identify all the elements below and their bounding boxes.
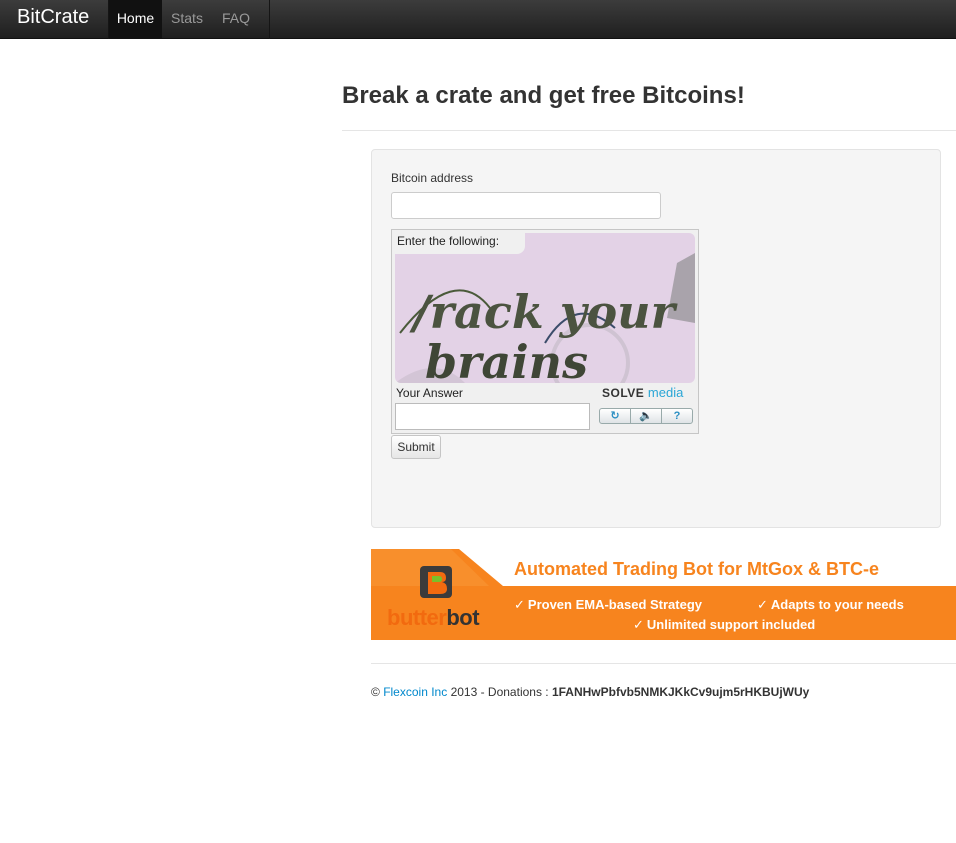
butterbot-logo-icon bbox=[418, 564, 454, 600]
captcha-controls: ↻ 🔈 ? bbox=[599, 408, 693, 424]
captcha-challenge-text: brains bbox=[425, 335, 588, 383]
brand-logo[interactable]: BitCrate bbox=[17, 6, 89, 29]
captcha-answer-input[interactable] bbox=[395, 403, 590, 430]
top-navbar: BitCrate Home Stats FAQ bbox=[0, 0, 956, 39]
solvemedia-logo-media: media bbox=[647, 385, 684, 400]
refresh-icon[interactable]: ↻ bbox=[600, 409, 631, 423]
butterbot-ad-banner[interactable]: butterbot Automated Trading Bot for MtGo… bbox=[371, 549, 956, 640]
footer: © Flexcoin Inc 2013 - Donations : 1FANHw… bbox=[371, 685, 809, 699]
captcha-challenge-text: /rack your bbox=[409, 285, 679, 339]
banner-feature: ✓ Adapts to your needs bbox=[757, 597, 904, 612]
solvemedia-logo[interactable]: SOLVE media bbox=[602, 385, 683, 400]
banner-feature: ✓ Proven EMA-based Strategy bbox=[514, 597, 703, 612]
copyright-symbol: © bbox=[371, 685, 380, 699]
nav-faq[interactable]: FAQ bbox=[212, 0, 260, 39]
check-icon: ✓ bbox=[633, 617, 644, 632]
company-link[interactable]: Flexcoin Inc bbox=[383, 685, 447, 699]
butterbot-wordmark: butterbot bbox=[387, 605, 480, 630]
footer-divider bbox=[371, 663, 956, 664]
nav-divider bbox=[269, 0, 270, 39]
title-divider bbox=[342, 130, 956, 131]
submit-button[interactable]: Submit bbox=[391, 435, 441, 459]
captcha-widget: /rack your brains Enter the following: Y… bbox=[391, 229, 699, 434]
captcha-header: Enter the following: bbox=[397, 234, 500, 248]
help-icon[interactable]: ? bbox=[662, 409, 692, 423]
donation-address: 1FANHwPbfvb5NMKJKkCv9ujm5rHKBUjWUy bbox=[551, 685, 810, 699]
check-icon: ✓ bbox=[514, 597, 525, 612]
nav-stats[interactable]: Stats bbox=[162, 0, 212, 39]
audio-icon[interactable]: 🔈 bbox=[631, 409, 662, 423]
captcha-image: /rack your brains bbox=[395, 233, 695, 383]
page-title: Break a crate and get free Bitcoins! bbox=[342, 82, 745, 109]
bitcoin-address-input[interactable] bbox=[391, 192, 661, 219]
banner-headline: Automated Trading Bot for MtGox & BTC-e bbox=[514, 559, 879, 579]
check-icon: ✓ bbox=[757, 597, 768, 612]
bitcoin-address-label: Bitcoin address bbox=[391, 171, 474, 185]
banner-feature: ✓ Unlimited support included bbox=[633, 617, 816, 632]
footer-text: 2013 - Donations : bbox=[450, 685, 549, 699]
solvemedia-logo-solve: SOLVE bbox=[602, 386, 645, 400]
captcha-answer-label: Your Answer bbox=[396, 386, 463, 400]
nav-home[interactable]: Home bbox=[109, 0, 162, 39]
